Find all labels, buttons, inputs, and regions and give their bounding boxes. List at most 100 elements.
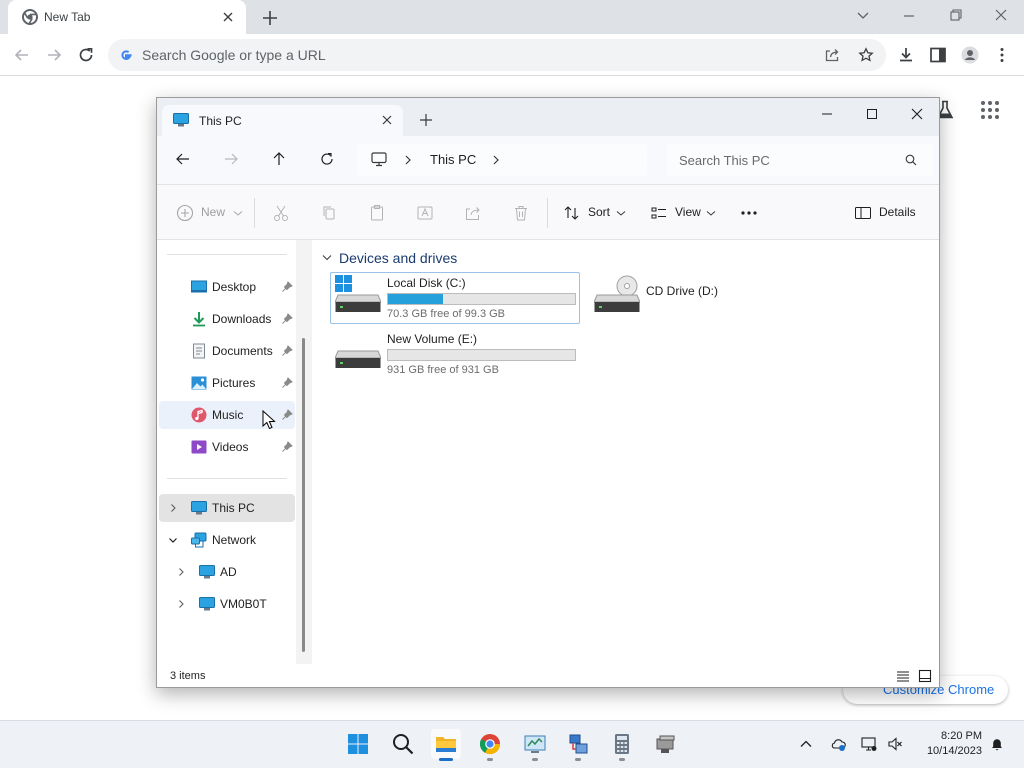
maximize-icon[interactable] bbox=[859, 104, 885, 124]
omnibox[interactable] bbox=[108, 39, 886, 71]
pin-icon[interactable] bbox=[281, 281, 293, 293]
onedrive-icon[interactable] bbox=[830, 736, 846, 752]
breadcrumb-chevron-icon[interactable] bbox=[491, 155, 501, 165]
breadcrumb-this-pc[interactable]: This PC bbox=[430, 152, 476, 167]
refresh-icon[interactable] bbox=[318, 150, 336, 168]
forward-icon[interactable] bbox=[44, 45, 64, 65]
tree-item-ad[interactable]: AD bbox=[159, 558, 295, 586]
chevron-right-icon[interactable] bbox=[177, 568, 185, 576]
minimize-icon[interactable] bbox=[814, 104, 840, 124]
forward-arrow-icon[interactable] bbox=[222, 150, 240, 168]
copy-icon[interactable] bbox=[320, 204, 338, 222]
chrome-tab-new-tab[interactable]: New Tab bbox=[8, 0, 246, 34]
nav-item-downloads[interactable]: Downloads bbox=[159, 305, 295, 333]
nav-divider bbox=[167, 254, 287, 255]
system-clock[interactable]: 8:20 PM 10/14/2023 bbox=[906, 729, 982, 759]
paste-icon[interactable] bbox=[368, 204, 386, 222]
pin-icon[interactable] bbox=[281, 313, 293, 325]
profile-avatar-icon[interactable] bbox=[960, 45, 980, 65]
more-options-icon[interactable] bbox=[740, 204, 758, 222]
reload-icon[interactable] bbox=[76, 45, 96, 65]
new-tab-plus-icon[interactable] bbox=[419, 113, 433, 127]
sort-button-label[interactable]: Sort bbox=[588, 205, 610, 219]
running-app-indicator bbox=[532, 758, 538, 761]
minimize-icon[interactable] bbox=[896, 5, 922, 27]
nav-item-desktop[interactable]: Desktop bbox=[159, 273, 295, 301]
breadcrumb-chevron-icon[interactable] bbox=[403, 155, 413, 165]
nav-item-pictures[interactable]: Pictures bbox=[159, 369, 295, 397]
details-pane-icon[interactable] bbox=[854, 204, 872, 222]
chevron-right-icon[interactable] bbox=[169, 504, 177, 512]
explorer-search-box[interactable] bbox=[667, 144, 933, 176]
up-arrow-icon[interactable] bbox=[270, 150, 288, 168]
chevron-down-icon[interactable] bbox=[612, 204, 630, 222]
taskbar-calculator[interactable] bbox=[607, 729, 637, 761]
computer-icon bbox=[199, 597, 215, 611]
pin-icon[interactable] bbox=[281, 441, 293, 453]
new-tab-plus-icon[interactable] bbox=[260, 8, 280, 28]
close-window-icon[interactable] bbox=[988, 5, 1014, 27]
nav-item-documents[interactable]: Documents bbox=[159, 337, 295, 365]
sort-arrows-icon[interactable] bbox=[563, 204, 581, 222]
nav-scrollbar-thumb[interactable] bbox=[302, 338, 305, 652]
taskbar-search-button[interactable] bbox=[388, 729, 418, 759]
tree-item-network[interactable]: Network bbox=[159, 526, 295, 554]
delete-trash-icon[interactable] bbox=[512, 204, 530, 222]
explorer-search-input[interactable] bbox=[679, 151, 879, 169]
chevron-down-icon[interactable] bbox=[322, 254, 332, 262]
tree-item-label: This PC bbox=[212, 501, 255, 515]
back-arrow-icon[interactable] bbox=[174, 150, 192, 168]
drive-cd-d[interactable]: CD Drive (D:) bbox=[589, 272, 839, 324]
pin-icon[interactable] bbox=[281, 345, 293, 357]
volume-muted-icon[interactable] bbox=[887, 736, 903, 752]
drive-local-disk-c[interactable]: Local Disk (C:) 70.3 GB free of 99.3 GB bbox=[330, 272, 580, 324]
notification-bell-icon[interactable] bbox=[989, 736, 1005, 752]
pin-icon[interactable] bbox=[281, 377, 293, 389]
explorer-tab-this-pc[interactable]: This PC bbox=[162, 105, 403, 136]
side-panel-icon[interactable] bbox=[928, 45, 948, 65]
chrome-menu-icon[interactable] bbox=[992, 45, 1012, 65]
chevron-right-icon[interactable] bbox=[177, 600, 185, 608]
nav-item-videos[interactable]: Videos bbox=[159, 433, 295, 461]
chevron-down-icon[interactable] bbox=[702, 204, 720, 222]
share-icon[interactable] bbox=[824, 47, 840, 63]
rename-icon[interactable] bbox=[416, 204, 434, 222]
tree-item-vm0b0t[interactable]: VM0B0T bbox=[159, 590, 295, 618]
restore-icon[interactable] bbox=[942, 5, 968, 27]
search-icon bbox=[393, 734, 414, 755]
running-app-indicator bbox=[575, 758, 581, 761]
taskbar-control-panel[interactable] bbox=[520, 729, 550, 761]
large-icons-view-icon[interactable] bbox=[918, 669, 932, 683]
taskbar-file-explorer[interactable] bbox=[431, 729, 461, 761]
chevron-down-icon[interactable] bbox=[169, 536, 177, 544]
taskbar-chrome[interactable] bbox=[475, 729, 505, 761]
new-plus-icon[interactable] bbox=[176, 204, 194, 222]
breadcrumb[interactable]: This PC bbox=[357, 144, 647, 176]
nav-scrollbar[interactable] bbox=[296, 240, 312, 664]
close-window-icon[interactable] bbox=[904, 104, 930, 124]
chevron-down-icon[interactable] bbox=[229, 204, 247, 222]
close-tab-icon[interactable] bbox=[220, 9, 236, 25]
taskbar-network-tool[interactable] bbox=[563, 729, 593, 761]
view-list-icon[interactable] bbox=[650, 204, 668, 222]
details-button-label[interactable]: Details bbox=[879, 205, 916, 219]
start-button[interactable] bbox=[343, 729, 373, 759]
bookmark-star-icon[interactable] bbox=[858, 47, 874, 63]
details-view-icon[interactable] bbox=[896, 669, 910, 683]
new-button-label[interactable]: New bbox=[201, 205, 225, 219]
view-button-label[interactable]: View bbox=[675, 205, 701, 219]
download-icon[interactable] bbox=[896, 45, 916, 65]
cut-icon[interactable] bbox=[272, 204, 290, 222]
close-tab-icon[interactable] bbox=[381, 114, 393, 126]
tree-item-this-pc[interactable]: This PC bbox=[159, 494, 295, 522]
network-status-icon[interactable] bbox=[861, 736, 877, 752]
pin-icon[interactable] bbox=[281, 409, 293, 421]
back-icon[interactable] bbox=[12, 45, 32, 65]
share-icon[interactable] bbox=[464, 204, 482, 222]
omnibox-input[interactable] bbox=[142, 45, 782, 65]
drive-new-volume-e[interactable]: New Volume (E:) 931 GB free of 931 GB bbox=[330, 328, 580, 380]
google-apps-icon[interactable] bbox=[980, 100, 1000, 120]
tab-search-chevron-icon[interactable] bbox=[850, 5, 876, 27]
show-hidden-icons-chevron-icon[interactable] bbox=[798, 736, 814, 752]
taskbar-app[interactable] bbox=[651, 729, 681, 759]
